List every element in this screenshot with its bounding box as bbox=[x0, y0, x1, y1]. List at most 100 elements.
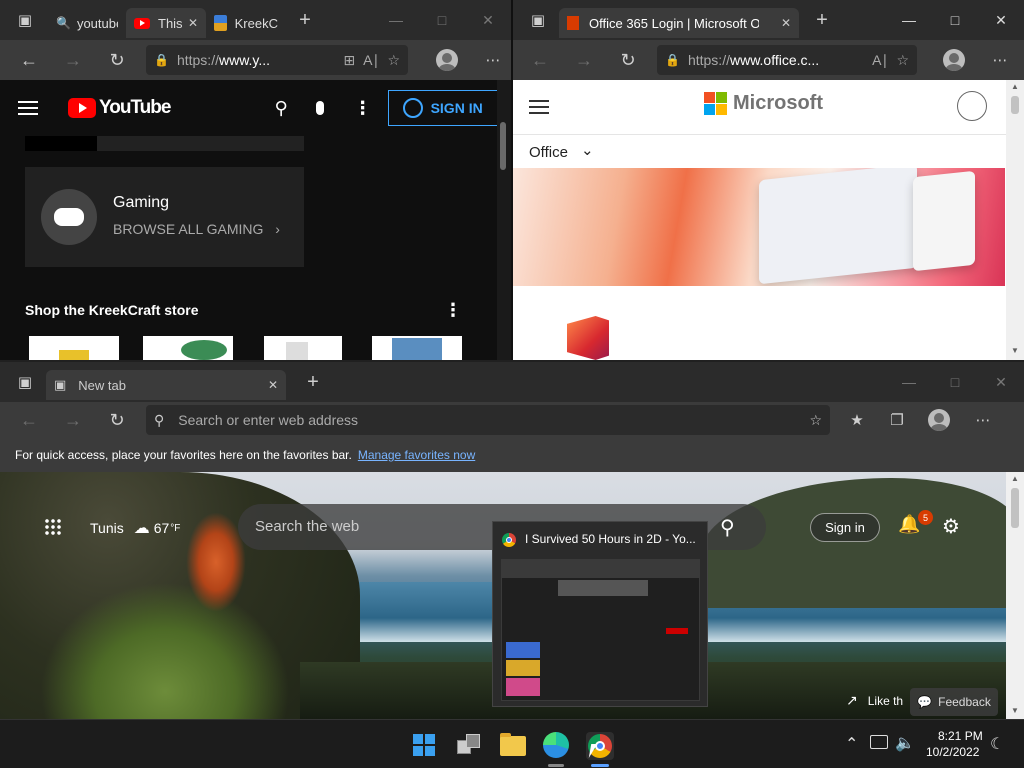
more-icon[interactable]: ⋯ bbox=[480, 47, 506, 73]
refresh-icon[interactable]: ↻ bbox=[615, 47, 641, 73]
read-aloud-icon[interactable]: A∣ bbox=[872, 52, 888, 69]
close-tab-icon[interactable]: ✕ bbox=[188, 16, 198, 30]
scrollbar-thumb[interactable] bbox=[1011, 96, 1019, 114]
more-icon[interactable]: ⋯ bbox=[970, 407, 996, 433]
add-favorite-icon[interactable]: ☆ bbox=[896, 52, 909, 69]
refresh-icon[interactable]: ↻ bbox=[104, 407, 130, 433]
close-tab-icon[interactable]: ✕ bbox=[781, 16, 791, 30]
read-aloud-icon[interactable]: A∣ bbox=[363, 52, 379, 69]
address-prefix: https:// bbox=[687, 52, 730, 68]
account-icon[interactable] bbox=[957, 91, 987, 121]
hamburger-menu-icon[interactable] bbox=[18, 101, 38, 115]
address-field[interactable]: 🔒 https://www.y... ⊞ A∣ ☆ bbox=[146, 45, 408, 75]
microphone-icon[interactable] bbox=[315, 101, 324, 115]
store-more-icon[interactable]: ⋮ bbox=[444, 300, 462, 321]
store-item[interactable] bbox=[143, 336, 233, 360]
network-icon[interactable] bbox=[870, 735, 888, 749]
store-item[interactable] bbox=[264, 336, 342, 360]
scroll-down-icon[interactable]: ▼ bbox=[1011, 346, 1019, 355]
tab-office-login[interactable]: Office 365 Login | Microsoft Offi ✕ bbox=[559, 8, 799, 38]
favorites-hint: For quick access, place your favorites h… bbox=[15, 448, 352, 462]
manage-favorites-link[interactable]: Manage favorites now bbox=[358, 448, 475, 462]
clock-date[interactable]: 10/2/2022 bbox=[926, 745, 979, 759]
close-icon[interactable]: ✕ bbox=[978, 374, 1024, 391]
forward-icon[interactable]: → bbox=[60, 407, 86, 433]
new-tab-icon[interactable]: + bbox=[809, 7, 835, 33]
show-hidden-icons-icon[interactable]: ⌃ bbox=[845, 734, 858, 754]
maximize-icon[interactable]: □ bbox=[932, 374, 978, 390]
scroll-up-icon[interactable]: ▲ bbox=[1011, 82, 1019, 91]
like-this-button[interactable]: ↗ Like th bbox=[846, 692, 903, 709]
sign-in-button[interactable]: SIGN IN bbox=[387, 90, 498, 126]
close-icon[interactable]: ✕ bbox=[465, 12, 511, 29]
settings-gear-icon[interactable]: ⚙ bbox=[942, 514, 960, 539]
favorites-icon[interactable]: ★ bbox=[844, 407, 870, 433]
apps-launcher-icon[interactable] bbox=[44, 518, 62, 536]
clock-time[interactable]: 8:21 PM bbox=[938, 729, 983, 743]
more-options-icon[interactable]: ⋮ bbox=[354, 98, 372, 119]
tab-actions-icon[interactable]: ▣ bbox=[12, 369, 38, 395]
tab-kreekcraft[interactable]: KreekCra bbox=[206, 8, 286, 38]
add-favorite-icon[interactable]: ☆ bbox=[387, 52, 400, 69]
profile-avatar[interactable] bbox=[436, 49, 458, 71]
forward-icon[interactable]: → bbox=[60, 47, 86, 73]
minimize-icon[interactable]: — bbox=[886, 12, 932, 28]
tab-actions-icon[interactable]: ▣ bbox=[12, 7, 38, 33]
scrollbar[interactable]: ▲ ▼ bbox=[1006, 472, 1024, 719]
device-screen bbox=[759, 168, 917, 285]
microsoft-logo[interactable]: Microsoft bbox=[704, 92, 823, 115]
scrollbar[interactable]: ▲ ▼ bbox=[1006, 80, 1024, 360]
focus-assist-moon-icon[interactable]: ☾ bbox=[990, 734, 1004, 754]
browse-all-gaming-link[interactable]: BROWSE ALL GAMING › bbox=[113, 221, 280, 237]
feedback-button[interactable]: 💬 Feedback bbox=[910, 688, 998, 716]
maximize-icon[interactable]: □ bbox=[932, 12, 978, 28]
scrollbar-thumb[interactable] bbox=[1011, 488, 1019, 528]
minimize-icon[interactable]: — bbox=[373, 12, 419, 28]
add-favorite-icon[interactable]: ☆ bbox=[809, 412, 822, 429]
search-icon[interactable]: ⚲ bbox=[720, 515, 735, 540]
tab-youtube-video[interactable]: This ✕ bbox=[126, 8, 206, 38]
new-tab-icon[interactable]: + bbox=[292, 7, 318, 33]
weather-widget[interactable]: Tunis ☁ 67 °F bbox=[90, 518, 180, 538]
collections-icon[interactable]: ❐ bbox=[884, 407, 910, 433]
search-icon[interactable]: ⚲ bbox=[274, 98, 287, 119]
minimize-icon[interactable]: — bbox=[886, 374, 932, 390]
tab-youtube-search[interactable]: 🔍 youtube bbox=[48, 8, 126, 38]
file-explorer-icon[interactable] bbox=[500, 733, 526, 756]
task-view-icon[interactable] bbox=[457, 734, 481, 754]
profile-avatar[interactable] bbox=[943, 49, 965, 71]
office-menu[interactable]: Office ⌄ bbox=[513, 134, 1010, 168]
app-available-icon[interactable]: ⊞ bbox=[343, 52, 355, 69]
back-icon[interactable]: ← bbox=[16, 47, 42, 73]
youtube-logo[interactable]: YouTube bbox=[68, 97, 171, 119]
profile-avatar[interactable] bbox=[928, 409, 950, 431]
tab-actions-icon[interactable]: ▣ bbox=[525, 7, 551, 33]
scrollbar-thumb[interactable] bbox=[500, 122, 506, 170]
back-icon[interactable]: ← bbox=[16, 407, 42, 433]
address-field[interactable]: ⚲ Search or enter web address ☆ bbox=[146, 405, 830, 435]
store-item[interactable] bbox=[372, 336, 462, 360]
scroll-up-icon[interactable]: ▲ bbox=[1011, 474, 1019, 483]
new-tab-icon[interactable]: + bbox=[300, 369, 326, 395]
close-tab-icon[interactable]: ✕ bbox=[268, 378, 278, 392]
tab-strip: ▣ 🔍 youtube This ✕ KreekCra + — □ ✕ bbox=[0, 0, 511, 40]
forward-icon[interactable]: → bbox=[571, 47, 597, 73]
hamburger-menu-icon[interactable] bbox=[529, 100, 549, 114]
tab-new-tab[interactable]: ▣ New tab ✕ bbox=[46, 370, 286, 400]
back-icon[interactable]: ← bbox=[527, 47, 553, 73]
scroll-down-icon[interactable]: ▼ bbox=[1011, 706, 1019, 715]
edge-icon[interactable] bbox=[543, 732, 569, 758]
sign-in-button[interactable]: Sign in bbox=[810, 513, 880, 542]
store-item[interactable] bbox=[29, 336, 119, 360]
scrollbar[interactable] bbox=[497, 80, 511, 360]
refresh-icon[interactable]: ↻ bbox=[104, 47, 130, 73]
maximize-icon[interactable]: □ bbox=[419, 12, 465, 28]
volume-icon[interactable]: 🔈 bbox=[895, 733, 915, 753]
close-icon[interactable]: ✕ bbox=[978, 12, 1024, 29]
gaming-card[interactable]: Gaming BROWSE ALL GAMING › bbox=[25, 167, 304, 267]
start-windows-icon[interactable] bbox=[413, 734, 435, 756]
taskbar-thumbnail-preview[interactable]: I Survived 50 Hours in 2D - Yo... bbox=[492, 521, 708, 707]
more-icon[interactable]: ⋯ bbox=[987, 47, 1013, 73]
preview-thumbnail bbox=[501, 559, 700, 701]
address-field[interactable]: 🔒 https://www.office.c... A∣ ☆ bbox=[657, 45, 917, 75]
